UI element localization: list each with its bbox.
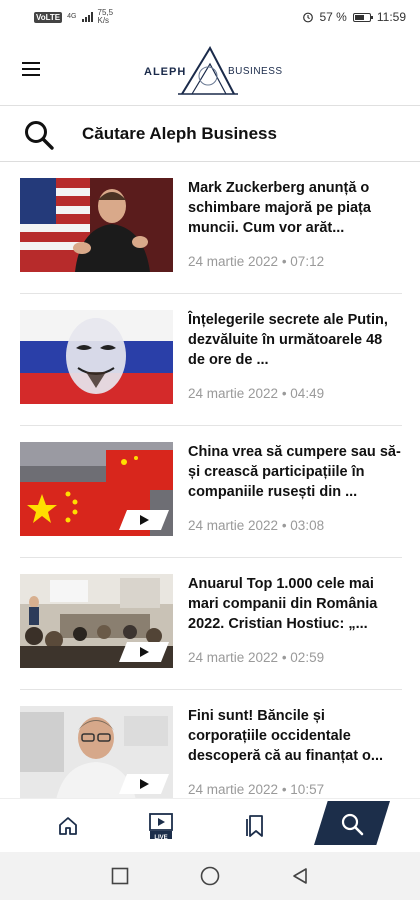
article-thumbnail[interactable] <box>20 442 173 536</box>
article-card[interactable]: Mark Zuckerberg anunță o schimbare major… <box>0 162 420 294</box>
article-time: 02:59 <box>290 650 325 665</box>
tab-home[interactable] <box>33 799 103 853</box>
article-title[interactable]: Anuarul Top 1.000 cele mai mari companii… <box>188 574 402 634</box>
play-video-icon[interactable] <box>119 510 169 530</box>
back-triangle-icon[interactable] <box>288 864 312 888</box>
battery-icon <box>352 12 373 22</box>
article-date: 24 martie 2022 <box>188 782 279 797</box>
volte-badge: VoLTE <box>34 11 63 23</box>
article-date: 24 martie 2022 <box>188 650 279 665</box>
article-title[interactable]: China vrea să cumpere sau să-și crească … <box>188 442 402 502</box>
article-title[interactable]: Înțelegerile secrete ale Putin, dezvălui… <box>188 310 402 370</box>
article-thumbnail[interactable] <box>20 706 173 800</box>
search-icon[interactable] <box>22 118 56 152</box>
logo-text-aleph: ALEPH <box>144 66 187 78</box>
system-navigation-bar <box>0 852 420 900</box>
article-date: 24 martie 2022 <box>188 518 279 533</box>
article-thumbnail[interactable] <box>20 574 173 668</box>
network-speed: 75,5 K/s <box>98 9 114 25</box>
play-video-icon[interactable] <box>119 774 169 794</box>
status-bar: VoLTE 4G 75,5 K/s 57 % 11:59 <box>0 0 420 34</box>
battery-percent: 57 % <box>319 10 347 24</box>
app-header: ALEPH BUSINESS <box>0 34 420 106</box>
bottom-tab-bar: LIVE <box>0 798 420 852</box>
signal-icon <box>81 12 93 22</box>
article-meta: 24 martie 2022 • 10:57 <box>188 782 325 797</box>
tab-search[interactable] <box>317 797 387 851</box>
play-video-icon[interactable] <box>119 642 169 662</box>
search-bar[interactable]: Căutare Aleph Business <box>0 106 420 162</box>
thumb-mask-flag-image <box>20 310 173 404</box>
live-badge: LIVE <box>154 835 168 841</box>
article-date: 24 martie 2022 <box>188 254 279 269</box>
tab-live[interactable]: LIVE <box>126 799 196 853</box>
status-left: VoLTE 4G 75,5 K/s <box>34 9 113 25</box>
article-meta: 24 martie 2022 • 02:59 <box>188 650 325 665</box>
article-meta: 24 martie 2022 • 03:08 <box>188 518 325 533</box>
article-card[interactable]: Anuarul Top 1.000 cele mai mari companii… <box>0 558 420 690</box>
thumb-person-flag-image <box>20 178 173 272</box>
home-circle-icon[interactable] <box>198 864 222 888</box>
article-card[interactable]: China vrea să cumpere sau să-și crească … <box>0 426 420 558</box>
search-title[interactable]: Căutare Aleph Business <box>82 124 277 144</box>
hamburger-menu-icon[interactable] <box>22 62 40 76</box>
aleph-business-logo[interactable]: ALEPH BUSINESS <box>142 46 282 96</box>
article-thumbnail[interactable] <box>20 310 173 404</box>
status-right: 57 % 11:59 <box>302 10 406 24</box>
article-meta: 24 martie 2022 • 07:12 <box>188 254 325 269</box>
search-icon[interactable] <box>340 812 364 836</box>
article-time: 10:57 <box>290 782 325 797</box>
bookmarks-icon[interactable] <box>244 814 266 838</box>
article-time: 03:08 <box>290 518 325 533</box>
network-label: 4G <box>67 13 77 20</box>
recent-apps-icon[interactable] <box>108 864 132 888</box>
alarm-icon <box>302 12 313 23</box>
logo-text-business: BUSINESS <box>228 66 283 77</box>
article-meta: 24 martie 2022 • 04:49 <box>188 386 325 401</box>
article-card[interactable]: Înțelegerile secrete ale Putin, dezvălui… <box>0 294 420 426</box>
article-thumbnail[interactable] <box>20 178 173 272</box>
article-time: 04:49 <box>290 386 325 401</box>
article-title[interactable]: Fini sunt! Băncile și corporațiile occid… <box>188 706 402 766</box>
speed-unit: K/s <box>97 16 110 25</box>
article-title[interactable]: Mark Zuckerberg anunță o schimbare major… <box>188 178 402 238</box>
article-time: 07:12 <box>290 254 325 269</box>
article-date: 24 martie 2022 <box>188 386 279 401</box>
home-icon[interactable] <box>57 815 79 837</box>
clock: 11:59 <box>376 10 406 24</box>
tab-bookmarks[interactable] <box>220 799 290 853</box>
